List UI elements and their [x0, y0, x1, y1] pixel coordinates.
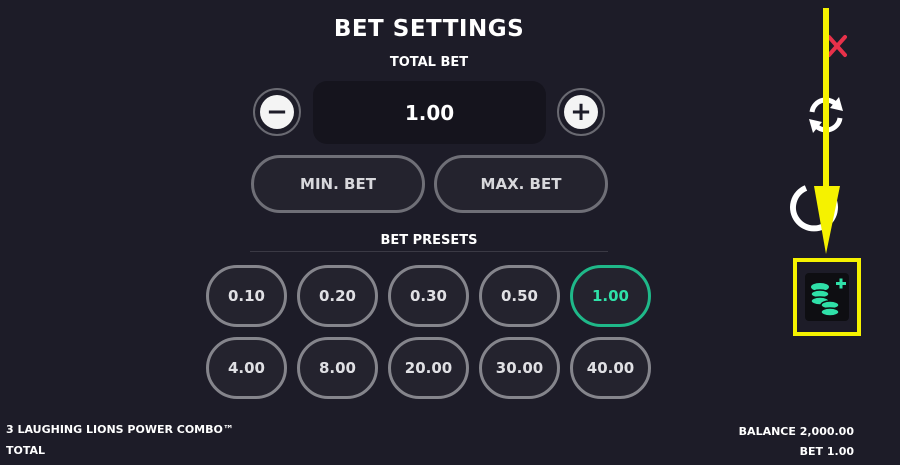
bet-value: 1.00 — [404, 100, 455, 125]
balance-label: BALANCE 2,000.00 — [738, 425, 854, 438]
bet-label: BET 1.00 — [799, 445, 854, 458]
page-title: BET SETTINGS — [333, 16, 525, 42]
preset-button[interactable]: 0.10 — [206, 265, 287, 327]
preset-button[interactable]: 1.00 — [570, 265, 651, 327]
preset-button[interactable]: 0.30 — [388, 265, 469, 327]
buy-coins-button[interactable] — [793, 258, 861, 336]
decrease-bet-button[interactable]: − — [253, 88, 301, 136]
preset-button[interactable]: 30.00 — [479, 337, 560, 399]
highlight-arrow — [814, 8, 840, 254]
plus-icon: + — [564, 95, 598, 129]
preset-button[interactable]: 0.50 — [479, 265, 560, 327]
preset-button[interactable]: 20.00 — [388, 337, 469, 399]
preset-button[interactable]: 40.00 — [570, 337, 651, 399]
coins-plus-icon — [805, 273, 849, 321]
minus-icon: − — [260, 95, 294, 129]
preset-button[interactable]: 0.20 — [297, 265, 378, 327]
total-bet-label: TOTAL BET — [389, 55, 469, 70]
preset-button[interactable]: 4.00 — [206, 337, 287, 399]
preset-button[interactable]: 8.00 — [297, 337, 378, 399]
total-label: TOTAL — [6, 444, 46, 457]
min-bet-button[interactable]: MIN. BET — [251, 155, 425, 213]
bet-presets-label: BET PRESETS — [380, 233, 478, 248]
game-name: 3 LAUGHING LIONS POWER COMBO™ — [6, 423, 234, 436]
max-bet-button[interactable]: MAX. BET — [434, 155, 608, 213]
bet-value-display: 1.00 — [313, 81, 546, 144]
increase-bet-button[interactable]: + — [557, 88, 605, 136]
presets-divider — [250, 251, 608, 252]
